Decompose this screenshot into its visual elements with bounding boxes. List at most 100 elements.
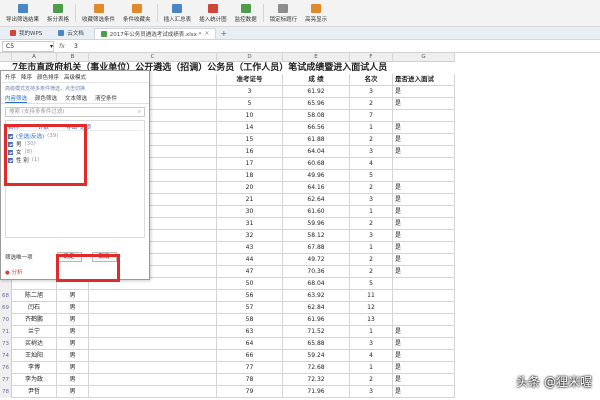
row-interview-cell[interactable]: 是 [393, 242, 455, 254]
checkbox[interactable] [8, 157, 13, 163]
filter-unique-button[interactable]: 筛选唯一项 [5, 253, 33, 261]
header-rank-cell[interactable]: 名次 [350, 74, 393, 86]
sort-ascending-button[interactable]: 升序 [5, 73, 16, 81]
row-rank-cell[interactable]: 2 [350, 374, 393, 386]
row-score-cell[interactable]: 72.32 [283, 374, 350, 386]
row-rank-cell[interactable]: 12 [350, 302, 393, 314]
row-score-cell[interactable]: 68.04 [283, 278, 350, 290]
row-gender-cell[interactable]: 男 [57, 374, 89, 386]
row-gender-cell[interactable]: 男 [57, 338, 89, 350]
header-score-cell[interactable]: 成 绩 [283, 74, 350, 86]
color-sort-button[interactable]: 颜色排序 [37, 73, 59, 81]
column-header-b[interactable]: B [57, 53, 89, 62]
row-interview-cell[interactable]: 是 [393, 350, 455, 362]
close-icon[interactable]: × [204, 30, 209, 37]
row-score-cell[interactable]: 64.16 [283, 182, 350, 194]
insert-chart-button[interactable]: 插入统计图 [195, 0, 231, 26]
row-rank-cell[interactable]: 3 [350, 386, 393, 398]
row-rank-cell[interactable]: 1 [350, 122, 393, 134]
row-ticket-cell[interactable]: 50 [217, 278, 283, 290]
row-score-cell[interactable]: 71.96 [283, 386, 350, 398]
row-score-cell[interactable]: 62.64 [283, 194, 350, 206]
row-post-cell[interactable] [89, 374, 217, 386]
checkbox[interactable] [8, 133, 13, 139]
row-score-cell[interactable]: 63.92 [283, 290, 350, 302]
row-rank-cell[interactable]: 2 [350, 98, 393, 110]
row-ticket-cell[interactable]: 14 [217, 122, 283, 134]
row-interview-cell[interactable]: 是 [393, 218, 455, 230]
advanced-mode-toggle[interactable]: 高级模式 [64, 73, 86, 81]
monitor-data-button[interactable]: 监控数据 [231, 0, 261, 26]
filter-search-input[interactable]: 搜索 (支持多条件过滤) ⌕ [5, 107, 145, 117]
condition-favorites-button[interactable]: 条件收藏夹 [119, 0, 155, 26]
row-rank-cell[interactable]: 3 [350, 146, 393, 158]
row-interview-cell[interactable]: 是 [393, 338, 455, 350]
row-rank-cell[interactable]: 1 [350, 326, 393, 338]
tab-color-filter[interactable]: 颜色筛选 [35, 94, 57, 102]
row-name-cell[interactable]: 李博 [12, 362, 57, 374]
row-ticket-cell[interactable]: 77 [217, 362, 283, 374]
row-interview-cell[interactable]: 是 [393, 182, 455, 194]
row-post-cell[interactable] [89, 290, 217, 302]
row-gender-cell[interactable]: 男 [57, 362, 89, 374]
column-header-f[interactable]: F [350, 53, 393, 62]
row-ticket-cell[interactable]: 78 [217, 374, 283, 386]
tab-workbook[interactable]: 2017年公务员遴选考试成绩表.xlsx * × [93, 27, 217, 39]
row-gender-cell[interactable]: 男 [57, 326, 89, 338]
row-rank-cell[interactable]: 3 [350, 230, 393, 242]
row-score-cell[interactable]: 65.96 [283, 98, 350, 110]
header-interview-cell[interactable]: 是否进入面试 [393, 74, 455, 86]
select-all-corner[interactable] [0, 53, 12, 62]
row-interview-cell[interactable]: 是 [393, 86, 455, 98]
row-ticket-cell[interactable]: 10 [217, 110, 283, 122]
row-score-cell[interactable]: 71.52 [283, 326, 350, 338]
add-tab-icon[interactable]: + [220, 29, 227, 38]
row-interview-cell[interactable]: 是 [393, 386, 455, 398]
split-table-button[interactable]: 拆分表格 [43, 0, 73, 26]
export-filter-results-button[interactable]: 导出筛选结果 [2, 0, 43, 26]
row-name-cell[interactable]: 兰宁 [12, 326, 57, 338]
sort-descending-button[interactable]: 降序 [21, 73, 32, 81]
row-interview-cell[interactable] [393, 170, 455, 182]
row-interview-cell[interactable]: 是 [393, 134, 455, 146]
column-header-d[interactable]: D [217, 53, 283, 62]
row-score-cell[interactable]: 61.92 [283, 86, 350, 98]
row-name-cell[interactable]: 尹哲 [12, 386, 57, 398]
header-ticket-cell[interactable]: 准考证号 [217, 74, 283, 86]
row-score-cell[interactable]: 61.60 [283, 206, 350, 218]
list-header-name[interactable]: 名称 [8, 123, 19, 131]
filter-item-female[interactable]: 女 (8) [8, 148, 142, 156]
row-interview-cell[interactable]: 是 [393, 230, 455, 242]
row-ticket-cell[interactable]: 21 [217, 194, 283, 206]
row-ticket-cell[interactable]: 3 [217, 86, 283, 98]
row-rank-cell[interactable]: 4 [350, 158, 393, 170]
row-post-cell[interactable] [89, 350, 217, 362]
row-gender-cell[interactable]: 男 [57, 386, 89, 398]
save-filter-condition-button[interactable]: 收藏筛选条件 [78, 0, 119, 26]
row-gender-cell[interactable]: 男 [57, 350, 89, 362]
row-score-cell[interactable]: 60.68 [283, 158, 350, 170]
row-rank-cell[interactable]: 3 [350, 86, 393, 98]
row-score-cell[interactable]: 65.88 [283, 338, 350, 350]
row-score-cell[interactable]: 49.96 [283, 170, 350, 182]
row-header[interactable]: 76 [0, 362, 12, 374]
row-rank-cell[interactable]: 7 [350, 110, 393, 122]
row-header[interactable]: 73 [0, 338, 12, 350]
row-rank-cell[interactable]: 1 [350, 242, 393, 254]
row-post-cell[interactable] [89, 302, 217, 314]
name-box[interactable]: C5 ▾ [2, 40, 54, 52]
tab-content-filter[interactable]: 内容筛选 [5, 94, 28, 103]
row-gender-cell[interactable]: 男 [57, 302, 89, 314]
list-options-button[interactable]: 选项 [80, 123, 91, 131]
row-header[interactable]: 70 [0, 314, 12, 326]
row-interview-cell[interactable] [393, 290, 455, 302]
row-score-cell[interactable]: 64.04 [283, 146, 350, 158]
row-post-cell[interactable] [89, 362, 217, 374]
cancel-button[interactable]: 取消 [91, 252, 117, 262]
row-post-cell[interactable] [89, 338, 217, 350]
row-ticket-cell[interactable]: 20 [217, 182, 283, 194]
row-header[interactable]: 71 [0, 326, 12, 338]
row-rank-cell[interactable]: 5 [350, 278, 393, 290]
row-ticket-cell[interactable]: 63 [217, 326, 283, 338]
row-score-cell[interactable]: 67.88 [283, 242, 350, 254]
